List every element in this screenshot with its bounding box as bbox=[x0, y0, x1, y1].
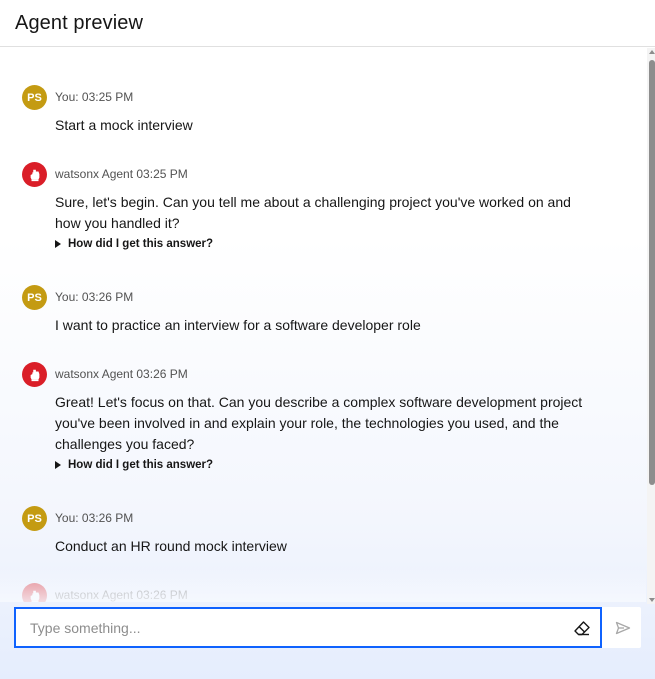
scrollbar-thumb[interactable] bbox=[649, 60, 655, 485]
eraser-icon[interactable] bbox=[573, 620, 591, 636]
scroll-up-arrow-icon[interactable] bbox=[649, 50, 655, 54]
agent-avatar bbox=[22, 362, 47, 387]
panel-header: Agent preview bbox=[0, 0, 655, 47]
robot-icon bbox=[30, 369, 39, 381]
message-meta: You: 03:26 PM bbox=[55, 290, 134, 304]
message-text: Great! Let's focus on that. Can you desc… bbox=[55, 392, 595, 455]
robot-icon bbox=[30, 169, 39, 181]
agent-avatar bbox=[22, 162, 47, 187]
message-text: Conduct an HR round mock interview bbox=[55, 536, 595, 557]
message-line: Great! Let's focus on that. Can you desc… bbox=[55, 394, 583, 410]
message-text: I want to practice an interview for a so… bbox=[55, 315, 595, 336]
chat-area: PS You: 03:25 PM Start a mock interview … bbox=[0, 48, 655, 679]
message-line: I want to practice an interview for a so… bbox=[55, 317, 421, 333]
message-meta: watsonx Agent 03:26 PM bbox=[55, 588, 188, 602]
scroll-down-arrow-icon[interactable] bbox=[649, 598, 655, 602]
message-line: Sure, let's begin. Can you tell me about… bbox=[55, 194, 571, 210]
send-icon bbox=[615, 621, 630, 634]
message-list[interactable]: PS You: 03:25 PM Start a mock interview … bbox=[0, 48, 646, 602]
user-avatar: PS bbox=[22, 506, 47, 531]
composer bbox=[14, 607, 641, 648]
page-title: Agent preview bbox=[15, 12, 144, 34]
message-line: Conduct an HR round mock interview bbox=[55, 538, 287, 554]
explain-answer-label: How did I get this answer? bbox=[68, 238, 214, 250]
message-input[interactable] bbox=[30, 619, 550, 637]
message-meta: You: 03:25 PM bbox=[55, 90, 134, 104]
message-line: you've been involved in and explain your… bbox=[55, 415, 559, 431]
robot-icon bbox=[30, 590, 39, 602]
explain-answer-label: How did I get this answer? bbox=[68, 459, 214, 471]
explain-answer-toggle[interactable]: How did I get this answer? bbox=[55, 459, 213, 471]
message-line: Start a mock interview bbox=[55, 117, 193, 133]
message-text: Start a mock interview bbox=[55, 115, 595, 136]
message-meta: watsonx Agent 03:25 PM bbox=[55, 167, 188, 181]
user-avatar: PS bbox=[22, 285, 47, 310]
agent-avatar bbox=[22, 583, 47, 602]
message-text: Sure, let's begin. Can you tell me about… bbox=[55, 192, 595, 234]
caret-right-icon bbox=[55, 461, 61, 469]
send-button[interactable] bbox=[604, 607, 641, 648]
message-input-field bbox=[14, 607, 602, 648]
explain-answer-toggle[interactable]: How did I get this answer? bbox=[55, 238, 213, 250]
message-line: how you handled it? bbox=[55, 215, 180, 231]
caret-right-icon bbox=[55, 240, 61, 248]
message-meta: watsonx Agent 03:26 PM bbox=[55, 367, 188, 381]
message-line: challenges you faced? bbox=[55, 436, 195, 452]
message-meta: You: 03:26 PM bbox=[55, 511, 134, 525]
user-avatar: PS bbox=[22, 85, 47, 110]
